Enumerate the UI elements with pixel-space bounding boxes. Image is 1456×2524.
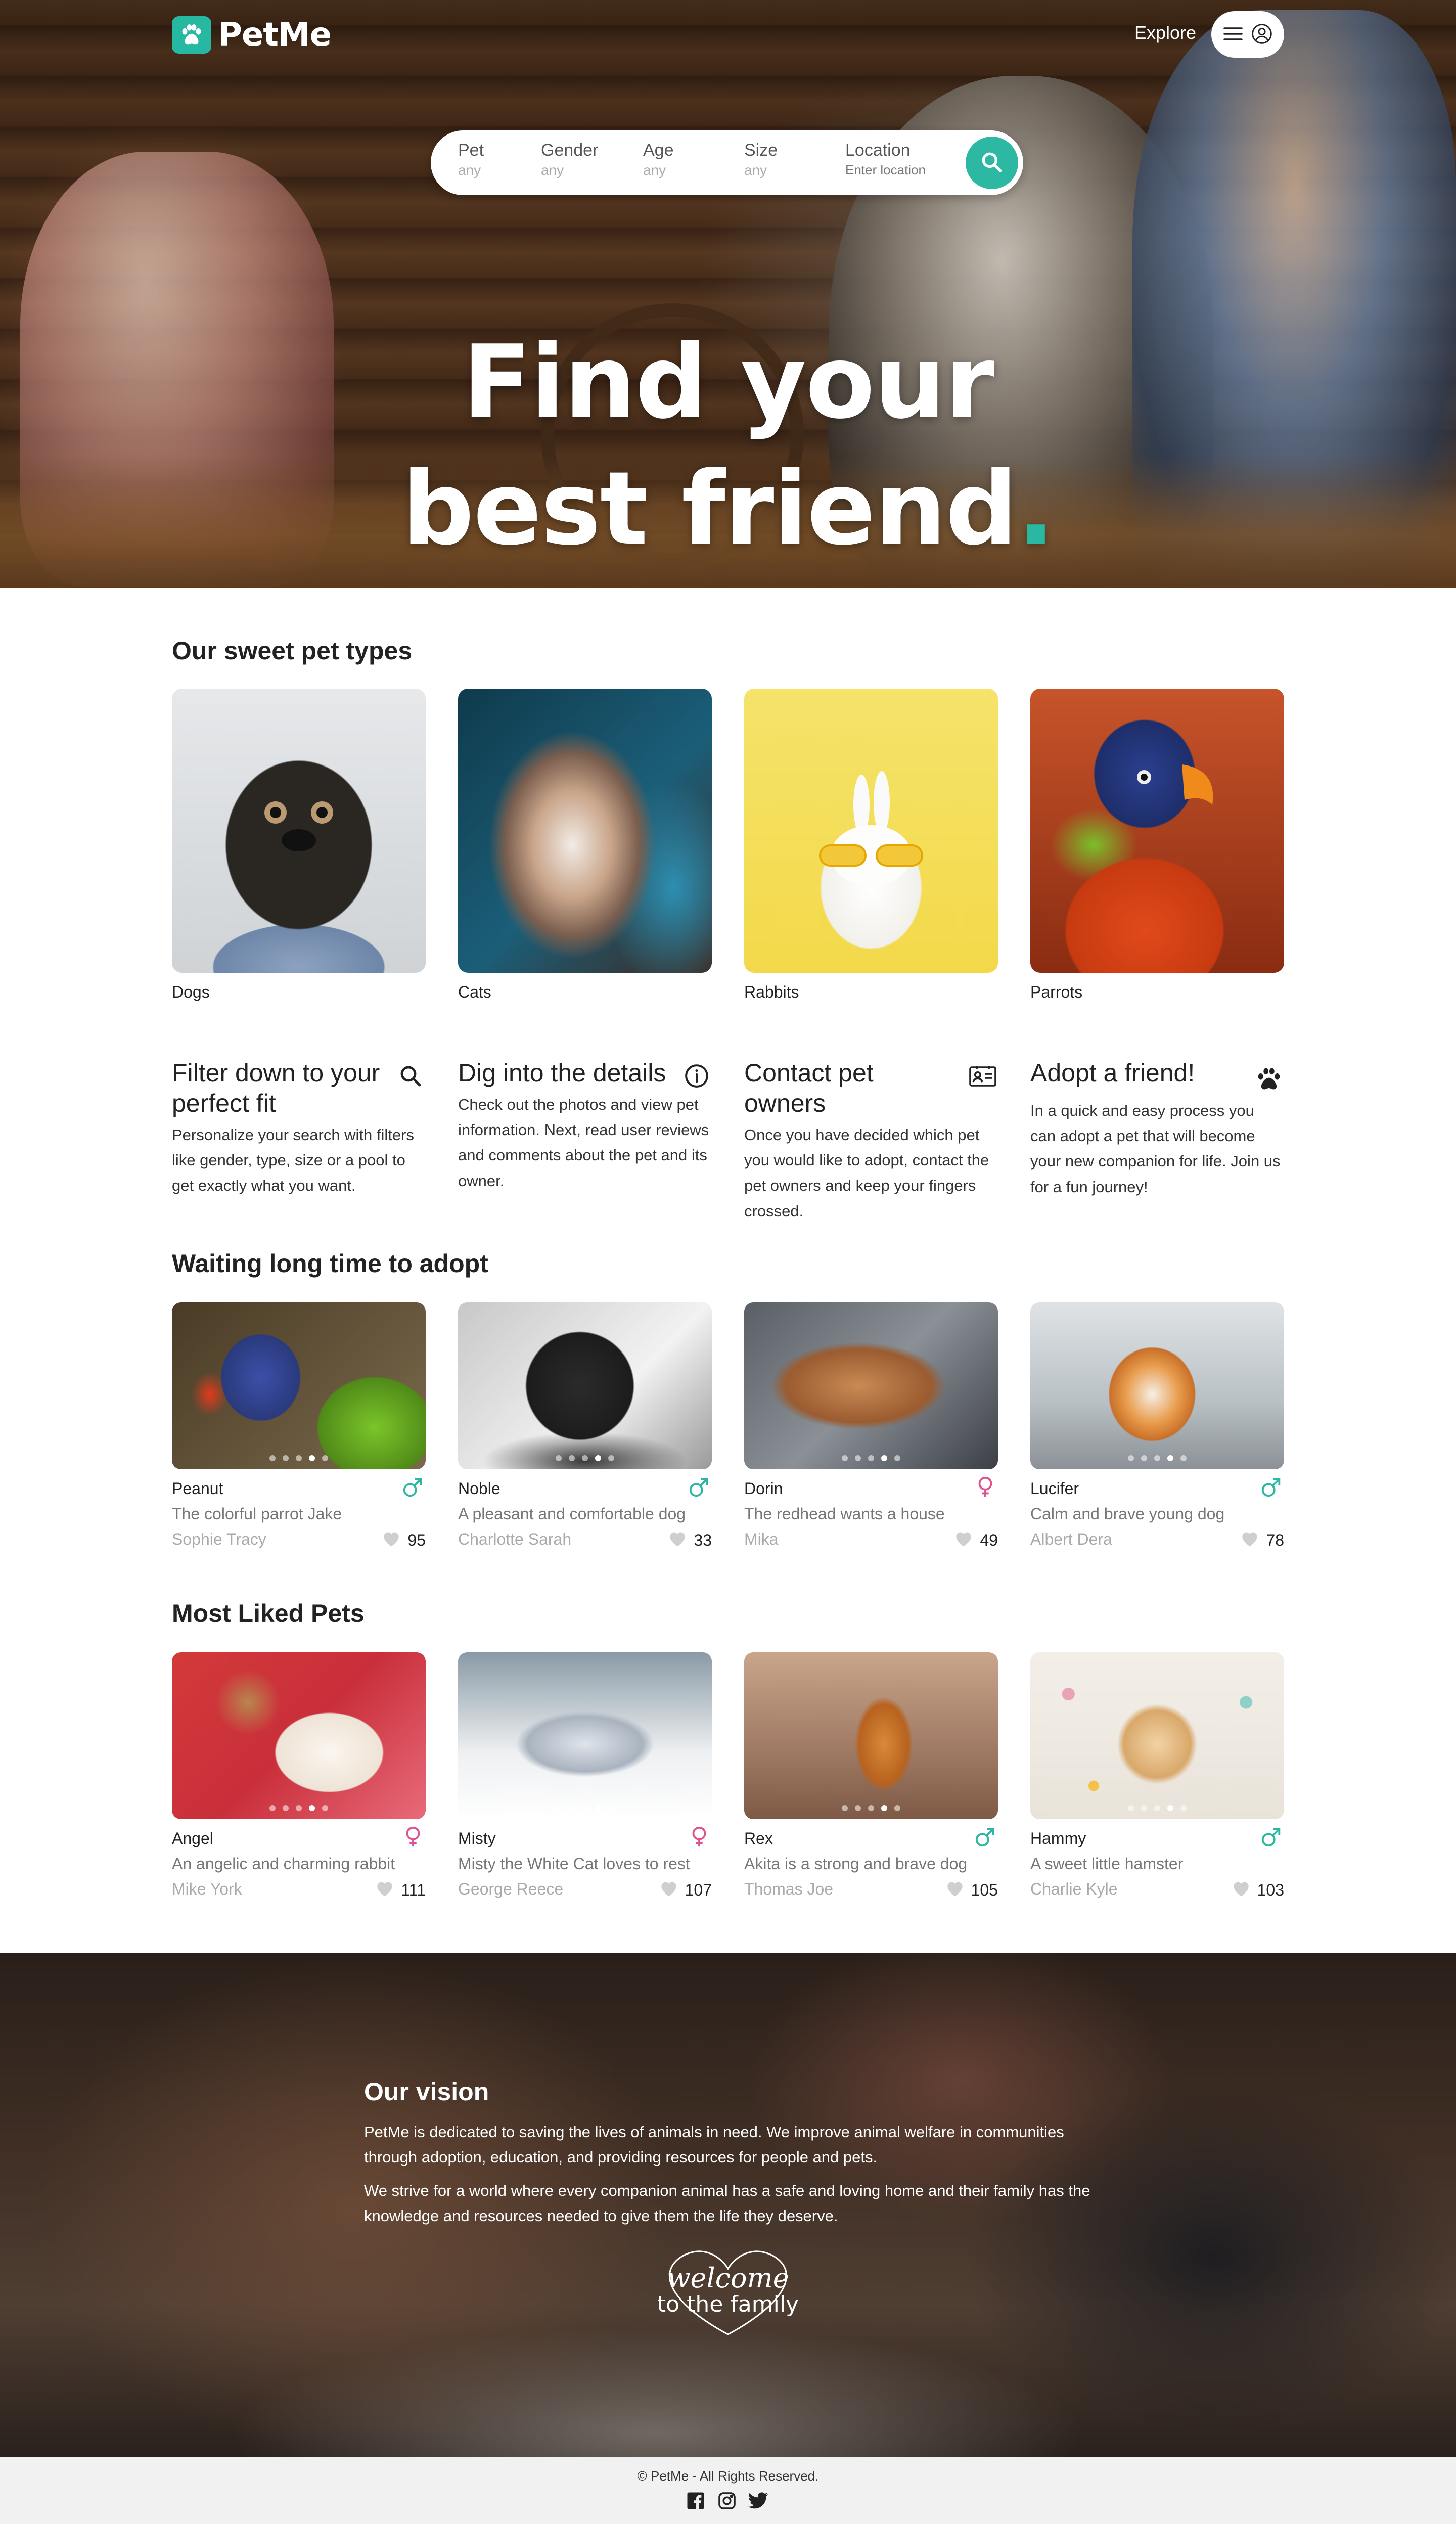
heart-icon bbox=[1231, 1879, 1251, 1901]
pet-card-misty[interactable]: Misty Misty the White Cat loves to rest … bbox=[458, 1652, 712, 1899]
waiting-title: Waiting long time to adopt bbox=[172, 1249, 488, 1278]
like-counter[interactable]: 49 bbox=[953, 1529, 998, 1551]
pet-card-peanut[interactable]: Peanut The colorful parrot Jake Sophie T… bbox=[172, 1302, 426, 1549]
heart-icon bbox=[667, 1529, 688, 1551]
pet-card-lucifer[interactable]: Lucifer Calm and brave young dog Albert … bbox=[1030, 1302, 1284, 1549]
female-icon bbox=[687, 1824, 712, 1850]
hero-headline-line2: best friend. bbox=[401, 450, 1055, 568]
female-icon bbox=[400, 1824, 426, 1850]
svg-text:welcome: welcome bbox=[667, 2262, 789, 2294]
pet-image bbox=[744, 1302, 998, 1469]
carousel-dots[interactable] bbox=[172, 1805, 426, 1811]
pet-card-hammy[interactable]: Hammy A sweet little hamster Charlie Kyl… bbox=[1030, 1652, 1284, 1899]
search-icon bbox=[396, 1062, 425, 1090]
feature-filter: Filter down to your perfect fit Personal… bbox=[172, 1058, 425, 1199]
male-icon bbox=[687, 1474, 712, 1500]
pet-type-parrots[interactable]: Parrots bbox=[1030, 689, 1284, 1002]
heart-icon bbox=[945, 1879, 965, 1901]
explore-link[interactable]: Explore bbox=[1134, 22, 1196, 43]
pet-image bbox=[1030, 1652, 1284, 1819]
like-counter[interactable]: 105 bbox=[945, 1879, 998, 1901]
carousel-dots[interactable] bbox=[458, 1455, 712, 1461]
heart-icon bbox=[1240, 1529, 1260, 1551]
carousel-dots[interactable] bbox=[1030, 1805, 1284, 1811]
female-icon bbox=[973, 1474, 998, 1500]
instagram-icon[interactable] bbox=[717, 2491, 737, 2511]
gender-filter[interactable]: Gender any bbox=[541, 141, 598, 178]
location-input[interactable]: Location Enter location bbox=[845, 141, 926, 178]
pet-card-noble[interactable]: Noble A pleasant and comfortable dog Cha… bbox=[458, 1302, 712, 1549]
pet-card-angel[interactable]: Angel An angelic and charming rabbit Mik… bbox=[172, 1652, 426, 1899]
logo-text: PetMe bbox=[218, 16, 332, 54]
heart-icon bbox=[375, 1879, 395, 1901]
pet-type-dogs[interactable]: Dogs bbox=[172, 689, 426, 1002]
pet-filter[interactable]: Pet any bbox=[458, 141, 484, 178]
like-counter[interactable]: 78 bbox=[1240, 1529, 1284, 1551]
search-bar: Pet any Gender any Age any Size any Loca… bbox=[431, 130, 1023, 195]
carousel-dots[interactable] bbox=[744, 1805, 998, 1811]
pet-type-rabbits[interactable]: Rabbits bbox=[744, 689, 998, 1002]
paw-icon bbox=[172, 16, 211, 54]
carousel-dots[interactable] bbox=[458, 1805, 712, 1811]
dogs-image bbox=[172, 689, 426, 973]
footer: © PetMe - All Rights Reserved. bbox=[0, 2457, 1456, 2524]
vision-paragraph-1: PetMe is dedicated to saving the lives o… bbox=[364, 2123, 1064, 2166]
age-filter[interactable]: Age any bbox=[643, 141, 674, 178]
copyright-text: © PetMe - All Rights Reserved. bbox=[637, 2468, 819, 2484]
carousel-dots[interactable] bbox=[1030, 1455, 1284, 1461]
like-counter[interactable]: 103 bbox=[1231, 1879, 1284, 1901]
vision-paragraph-2: We strive for a world where every compan… bbox=[364, 2182, 1090, 2225]
user-icon bbox=[1251, 23, 1272, 46]
accent-dot: . bbox=[1017, 450, 1055, 568]
pet-image bbox=[744, 1652, 998, 1819]
pet-type-cats[interactable]: Cats bbox=[458, 689, 712, 1002]
pet-image bbox=[1030, 1302, 1284, 1469]
heart-icon bbox=[659, 1879, 679, 1901]
male-icon bbox=[973, 1824, 998, 1850]
pet-image bbox=[172, 1652, 426, 1819]
vision-title: Our vision bbox=[364, 2078, 489, 2106]
hero-banner: PetMe Explore Pet any Gender any Age any… bbox=[0, 0, 1456, 588]
pet-image bbox=[458, 1652, 712, 1819]
pet-image bbox=[458, 1302, 712, 1469]
like-counter[interactable]: 33 bbox=[667, 1529, 712, 1551]
like-counter[interactable]: 111 bbox=[375, 1879, 426, 1901]
male-icon bbox=[1259, 1824, 1284, 1850]
welcome-heart-logo: welcome to the family bbox=[657, 2250, 799, 2335]
like-counter[interactable]: 95 bbox=[381, 1529, 426, 1551]
info-icon bbox=[682, 1062, 711, 1090]
carousel-dots[interactable] bbox=[744, 1455, 998, 1461]
male-icon bbox=[1259, 1474, 1284, 1500]
paw-icon bbox=[1255, 1065, 1283, 1093]
social-links bbox=[686, 2491, 768, 2511]
most-liked-title: Most Liked Pets bbox=[172, 1599, 365, 1628]
pet-card-rex[interactable]: Rex Akita is a strong and brave dog Thom… bbox=[744, 1652, 998, 1899]
heart-icon bbox=[381, 1529, 401, 1551]
carousel-dots[interactable] bbox=[172, 1455, 426, 1461]
search-icon bbox=[979, 150, 1005, 176]
hamburger-menu-icon bbox=[1223, 25, 1243, 44]
feature-contact: Contact pet owners Once you have decided… bbox=[744, 1058, 997, 1224]
twitter-icon[interactable] bbox=[748, 2491, 768, 2511]
male-icon bbox=[400, 1474, 426, 1500]
cats-image bbox=[458, 689, 712, 973]
rabbits-image bbox=[744, 689, 998, 973]
logo[interactable]: PetMe bbox=[172, 16, 332, 54]
parrots-image bbox=[1030, 689, 1284, 973]
pet-types-title: Our sweet pet types bbox=[172, 637, 413, 665]
user-menu-button[interactable] bbox=[1211, 11, 1284, 58]
facebook-icon[interactable] bbox=[686, 2491, 706, 2511]
search-button[interactable] bbox=[966, 137, 1018, 189]
vision-section: Our vision PetMe is dedicated to saving … bbox=[0, 1953, 1456, 2457]
size-filter[interactable]: Size any bbox=[744, 141, 778, 178]
contact-card-icon bbox=[969, 1062, 997, 1090]
pet-card-dorin[interactable]: Dorin The redhead wants a house Mika 49 bbox=[744, 1302, 998, 1549]
feature-adopt: Adopt a friend! In a quick and easy proc… bbox=[1030, 1058, 1283, 1200]
hero-headline-line1: Find your bbox=[462, 324, 994, 441]
feature-details: Dig into the details Check out the photo… bbox=[458, 1058, 711, 1194]
like-counter[interactable]: 107 bbox=[659, 1879, 712, 1901]
svg-text:to the family: to the family bbox=[657, 2291, 799, 2317]
heart-icon bbox=[953, 1529, 974, 1551]
pet-image bbox=[172, 1302, 426, 1469]
